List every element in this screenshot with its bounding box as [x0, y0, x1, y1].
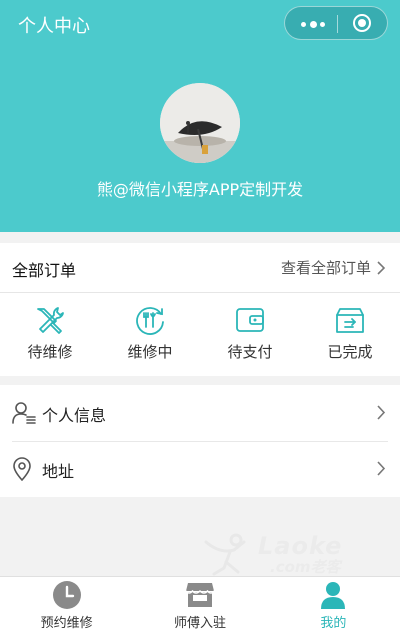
status-in-repair[interactable]: 维修中: [100, 305, 200, 369]
tools-icon: [37, 307, 64, 334]
menu-item-label: 地址: [42, 462, 75, 481]
status-completed[interactable]: 已完成: [300, 305, 400, 369]
user-info-icon: [12, 402, 36, 424]
clock-icon: [52, 581, 81, 609]
chevron-right-icon: [377, 461, 386, 476]
status-label: 待维修: [27, 343, 73, 361]
status-label: 已完成: [327, 343, 373, 361]
close-mini-program-icon[interactable]: [353, 14, 371, 32]
location-pin-icon: [13, 457, 31, 481]
shop-icon: [185, 583, 215, 607]
profile-header: 个人中心 熊@微信小程序APP定制开发: [0, 0, 400, 232]
orders-card: 全部订单 查看全部订单 待维修 维修中 待支付 已完成: [0, 243, 400, 376]
status-label: 待支付: [227, 343, 273, 361]
order-status-row: 待维修 维修中 待支付 已完成: [0, 305, 400, 369]
status-label: 维修中: [127, 343, 173, 361]
avatar[interactable]: [160, 83, 240, 163]
orders-header: 全部订单 查看全部订单: [0, 243, 400, 293]
menu-item-address[interactable]: 地址: [0, 441, 400, 497]
user-nickname: 熊@微信小程序APP定制开发: [96, 180, 304, 199]
page-title: 个人中心: [18, 16, 90, 37]
tab-bar: 预约维修 师傅入驻 我的: [0, 576, 400, 632]
view-all-orders-link[interactable]: 查看全部订单: [281, 257, 386, 278]
wallet-icon: [236, 308, 264, 332]
chevron-right-icon: [377, 260, 386, 275]
mini-program-capsule: [284, 6, 388, 40]
tab-label: 预约维修: [40, 616, 93, 631]
tab-label: 师傅入驻: [173, 616, 226, 631]
status-pending-repair[interactable]: 待维修: [0, 305, 100, 369]
settings-menu: 个人信息 地址: [0, 385, 400, 497]
tab-master-join[interactable]: 师傅入驻: [133, 577, 266, 632]
tab-label: 我的: [320, 616, 347, 631]
person-icon: [321, 582, 346, 609]
repair-cycle-icon: [136, 307, 164, 335]
view-all-orders-label: 查看全部订单: [280, 259, 371, 277]
menu-item-label: 个人信息: [42, 406, 107, 425]
completed-box-icon: [336, 308, 364, 333]
more-options-icon[interactable]: [299, 17, 327, 31]
capsule-divider: [337, 15, 338, 33]
tab-appointment[interactable]: 预约维修: [0, 577, 133, 632]
watermark-sub: .com老客: [270, 558, 341, 576]
orders-title: 全部订单: [12, 261, 77, 280]
tab-mine[interactable]: 我的: [267, 577, 400, 632]
status-pending-payment[interactable]: 待支付: [200, 305, 300, 369]
chevron-right-icon: [377, 405, 386, 420]
watermark-figure-icon: [204, 533, 246, 576]
watermark: Laoke .com老客: [200, 532, 350, 576]
menu-item-personal-info[interactable]: 个人信息: [0, 385, 400, 441]
